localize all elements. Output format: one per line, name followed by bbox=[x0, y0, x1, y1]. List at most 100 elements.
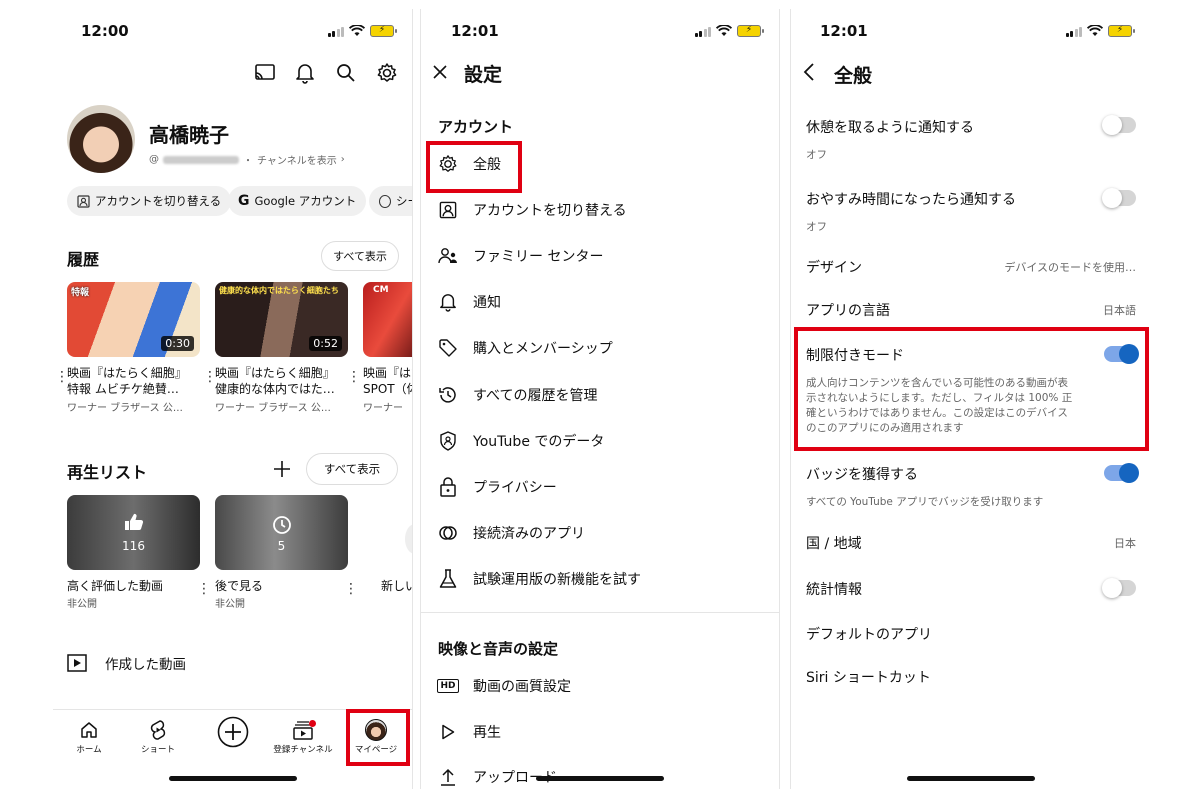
chip-label: アカウントを切り替える bbox=[95, 194, 222, 208]
shorts-icon bbox=[150, 720, 166, 740]
incognito-chip[interactable]: シー bbox=[369, 186, 412, 216]
more-options-icon[interactable]: ⋮ bbox=[347, 369, 361, 385]
playlist-title[interactable]: 後で見る bbox=[215, 578, 343, 594]
video-title[interactable]: SPOT（体 bbox=[363, 381, 412, 397]
design-label[interactable]: デザイン bbox=[806, 257, 862, 277]
badges-description: すべての YouTube アプリでバッジを受け取ります bbox=[806, 496, 1044, 508]
bell-icon[interactable] bbox=[295, 62, 315, 84]
close-icon[interactable] bbox=[432, 64, 448, 80]
menu-youtube-data[interactable]: YouTube でのデータ bbox=[437, 426, 767, 456]
video-title[interactable]: 特報 ムビチケ絶賛… bbox=[67, 381, 195, 397]
chip-label: Google アカウント bbox=[254, 194, 357, 208]
signal-icon bbox=[1065, 26, 1082, 37]
signal-icon bbox=[694, 26, 711, 37]
cast-icon[interactable] bbox=[254, 63, 276, 83]
highlight-restricted-mode bbox=[794, 327, 1149, 451]
avatar[interactable] bbox=[67, 105, 135, 173]
switch-account-icon bbox=[77, 194, 90, 208]
menu-family-center[interactable]: ファミリー センター bbox=[437, 241, 767, 271]
section-divider bbox=[421, 612, 779, 613]
menu-experimental[interactable]: 試験運用版の新機能を試す bbox=[437, 564, 767, 594]
nav-label: 登録チャンネル bbox=[273, 745, 333, 755]
history-video-thumbnail[interactable]: 健康的な体内ではたらく細胞たち 0:52 bbox=[215, 282, 348, 357]
search-icon[interactable] bbox=[336, 63, 356, 83]
menu-manage-history[interactable]: すべての履歴を管理 bbox=[437, 380, 767, 410]
view-channel-link[interactable]: チャンネルを表示 bbox=[257, 152, 337, 167]
menu-notifications[interactable]: 通知 bbox=[437, 287, 767, 317]
nav-home[interactable]: ホーム bbox=[59, 717, 119, 755]
video-channel: ワーナー ブラザース 公… bbox=[215, 403, 331, 414]
more-options-icon[interactable]: ⋮ bbox=[344, 581, 358, 597]
video-title[interactable]: 映画『はた bbox=[363, 365, 412, 381]
gear-icon[interactable] bbox=[376, 62, 398, 84]
lock-icon bbox=[440, 477, 456, 497]
google-account-chip[interactable]: G Google アカウント bbox=[228, 186, 367, 216]
history-icon bbox=[439, 387, 456, 403]
nav-create[interactable] bbox=[203, 714, 263, 750]
menu-label: すべての履歴を管理 bbox=[473, 388, 598, 404]
siri-shortcuts-label[interactable]: Siri ショートカット bbox=[806, 667, 931, 687]
hd-icon: HD bbox=[437, 679, 459, 693]
switch-account-chip[interactable]: アカウントを切り替える bbox=[67, 186, 232, 216]
menu-video-quality[interactable]: HD 動画の画質設定 bbox=[437, 671, 767, 701]
home-icon bbox=[81, 722, 97, 738]
menu-switch-account[interactable]: アカウントを切り替える bbox=[437, 195, 767, 225]
default-apps-label[interactable]: デフォルトのアプリ bbox=[806, 624, 932, 644]
break-reminder-toggle[interactable] bbox=[1102, 115, 1136, 135]
blurred-handle bbox=[163, 155, 239, 164]
menu-label: 接続済みのアプリ bbox=[473, 526, 585, 542]
thumbnail-badge: 特報 bbox=[71, 288, 90, 298]
watch-later-thumbnail[interactable]: 5 bbox=[215, 495, 348, 570]
history-view-all-button[interactable]: すべて表示 bbox=[321, 241, 399, 271]
playlist-title[interactable]: 新しい bbox=[381, 578, 412, 594]
video-channel: ワーナー bbox=[363, 403, 403, 414]
menu-label: 動画の画質設定 bbox=[473, 679, 571, 695]
page-title: 設定 bbox=[464, 64, 503, 86]
design-value[interactable]: デバイスのモードを使用… bbox=[1004, 259, 1136, 275]
menu-label: 試験運用版の新機能を試す bbox=[473, 572, 641, 588]
break-reminder-label: 休憩を取るように通知する bbox=[806, 120, 974, 136]
country-label[interactable]: 国 / 地域 bbox=[806, 533, 862, 553]
plus-icon[interactable] bbox=[273, 460, 291, 478]
created-videos-row[interactable]: 作成した動画 bbox=[67, 653, 186, 673]
badges-toggle[interactable] bbox=[1104, 463, 1139, 483]
nav-shorts[interactable]: ショート bbox=[128, 717, 188, 755]
wifi-icon bbox=[1087, 25, 1103, 36]
nav-label: ショート bbox=[140, 745, 175, 755]
playlist-title[interactable]: 高く評価した動画 bbox=[67, 578, 195, 594]
app-language-label[interactable]: アプリの言語 bbox=[806, 300, 890, 320]
general-settings-screen: 12:01 ⚡ 全般 休憩を取るように通知する オフ おやすみ時間になったら通知… bbox=[790, 9, 1150, 789]
created-videos-label: 作成した動画 bbox=[105, 657, 186, 673]
video-title[interactable]: 健康的な体内ではた… bbox=[215, 381, 343, 397]
back-chevron-icon[interactable] bbox=[802, 62, 816, 82]
video-title[interactable]: 映画『はたらく細胞』 bbox=[67, 365, 195, 381]
bedtime-reminder-toggle[interactable] bbox=[1102, 188, 1136, 208]
menu-connected-apps[interactable]: 接続済みのアプリ bbox=[437, 518, 767, 548]
nav-subscriptions[interactable]: 登録チャンネル bbox=[273, 717, 333, 755]
menu-label: 再生 bbox=[473, 725, 501, 741]
menu-purchases[interactable]: 購入とメンバーシップ bbox=[437, 333, 767, 363]
home-indicator bbox=[168, 776, 297, 781]
country-value[interactable]: 日本 bbox=[1114, 535, 1136, 551]
history-video-thumbnail[interactable]: CM bbox=[363, 282, 412, 357]
account-section-heading: アカウント bbox=[438, 118, 514, 136]
stats-toggle[interactable] bbox=[1102, 578, 1136, 598]
status-time: 12:01 bbox=[820, 22, 868, 40]
more-options-icon[interactable]: ⋮ bbox=[55, 369, 69, 385]
chip-label: シー bbox=[396, 194, 412, 208]
incognito-icon bbox=[379, 194, 391, 208]
more-options-icon[interactable]: ⋮ bbox=[197, 581, 211, 597]
video-title[interactable]: 映画『はたらく細胞』 bbox=[215, 365, 343, 381]
playlists-view-all-button[interactable]: すべて表示 bbox=[306, 453, 398, 485]
liked-videos-thumbnail[interactable]: 116 bbox=[67, 495, 200, 570]
menu-privacy[interactable]: プライバシー bbox=[437, 472, 767, 502]
app-language-value[interactable]: 日本語 bbox=[1103, 302, 1136, 318]
status-time: 12:00 bbox=[81, 22, 129, 40]
status-icons: ⚡ bbox=[327, 25, 397, 37]
new-playlist-button[interactable] bbox=[405, 524, 412, 554]
menu-playback[interactable]: 再生 bbox=[437, 717, 767, 747]
history-video-thumbnail[interactable]: 特報 0:30 bbox=[67, 282, 200, 357]
play-box-icon bbox=[67, 654, 87, 672]
bell-icon bbox=[440, 294, 456, 312]
bedtime-reminder-status: オフ bbox=[806, 221, 827, 233]
